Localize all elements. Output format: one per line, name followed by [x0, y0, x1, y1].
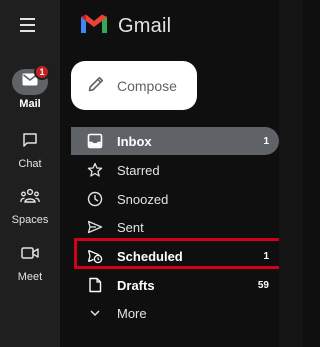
- nav-label-drafts: Drafts: [117, 277, 155, 293]
- brand-name: Gmail: [118, 15, 172, 37]
- draft-icon: [87, 277, 103, 293]
- gmail-logo[interactable]: Gmail: [80, 13, 171, 40]
- rail-label-mail: Mail: [19, 98, 41, 110]
- nav-label-snoozed: Snoozed: [117, 191, 169, 207]
- nav-label-inbox: Inbox: [117, 133, 152, 149]
- compose-label: Compose: [117, 77, 177, 94]
- meet-icon: [21, 246, 39, 265]
- scheduled-count: 1: [263, 250, 269, 262]
- gmail-app: 1 Mail Chat Spaces Meet Gmail Compose In…: [0, 0, 303, 347]
- nav-item-inbox[interactable]: Inbox 1: [71, 127, 279, 155]
- nav-item-sent[interactable]: Sent: [71, 213, 279, 241]
- scheduled-send-icon: [87, 248, 103, 264]
- rail-item-spaces[interactable]: Spaces: [0, 185, 60, 226]
- drafts-count: 59: [257, 279, 269, 291]
- nav-label-starred: Starred: [117, 162, 160, 178]
- star-icon: [87, 162, 103, 178]
- main-menu-icon[interactable]: [18, 17, 40, 33]
- chevron-down-icon: [87, 305, 103, 321]
- nav-label-scheduled: Scheduled: [117, 248, 183, 264]
- nav-item-starred[interactable]: Starred: [71, 156, 279, 184]
- rail-item-mail[interactable]: 1 Mail: [0, 64, 60, 110]
- send-icon: [87, 219, 103, 235]
- inbox-icon: [87, 133, 103, 149]
- nav-label-sent: Sent: [117, 219, 144, 235]
- gmail-logo-icon: [80, 13, 108, 40]
- rail-label-meet: Meet: [17, 271, 43, 283]
- compose-button[interactable]: Compose: [71, 61, 197, 110]
- nav-panel: Gmail Compose Inbox 1 Starred Snoozed Se…: [60, 0, 303, 347]
- spaces-icon: [20, 188, 40, 209]
- nav-item-drafts[interactable]: Drafts 59: [71, 271, 279, 299]
- content-edge: [279, 0, 303, 347]
- rail-item-meet[interactable]: Meet: [0, 242, 60, 283]
- rail-item-chat[interactable]: Chat: [0, 129, 60, 170]
- clock-icon: [87, 191, 103, 207]
- chat-icon: [22, 132, 38, 153]
- rail-label-spaces: Spaces: [11, 214, 49, 226]
- nav-label-more: More: [117, 305, 147, 321]
- mail-unread-badge: 1: [34, 64, 50, 80]
- pencil-icon: [87, 75, 105, 98]
- rail-label-chat: Chat: [18, 158, 42, 170]
- left-rail: 1 Mail Chat Spaces Meet: [0, 0, 60, 347]
- nav-item-more[interactable]: More: [71, 299, 279, 327]
- inbox-count: 1: [263, 135, 269, 147]
- nav-item-snoozed[interactable]: Snoozed: [71, 185, 279, 213]
- nav-item-scheduled[interactable]: Scheduled 1: [71, 242, 279, 270]
